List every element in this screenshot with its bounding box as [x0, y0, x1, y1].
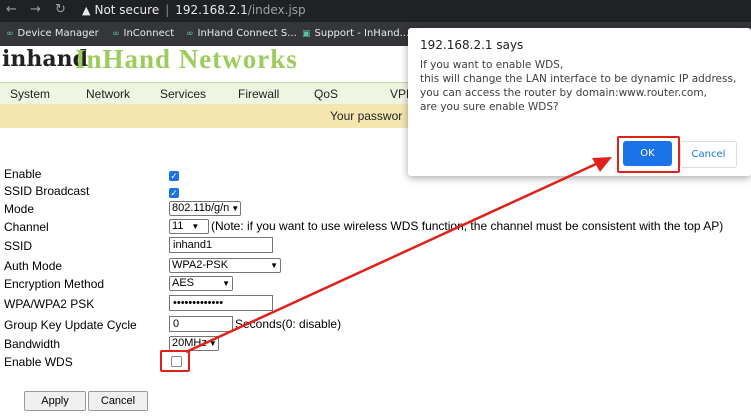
forward-arrow-icon[interactable]: →: [30, 2, 41, 17]
mode-label: Mode: [4, 202, 35, 216]
chevron-down-icon: ▼: [222, 279, 230, 288]
psk-input[interactable]: •••••••••••••: [169, 295, 273, 311]
warning-icon: ▲: [82, 4, 91, 17]
encryption-select[interactable]: AES ▼: [169, 276, 233, 291]
ssid-label: SSID: [4, 239, 33, 253]
support-site-icon: ▣: [302, 29, 311, 39]
auth-mode-label: Auth Mode: [4, 259, 63, 273]
chevron-down-icon: ▼: [231, 204, 240, 213]
back-arrow-icon[interactable]: ←: [6, 2, 17, 17]
row-bandwidth: Bandwidth 20MHz ▼: [4, 336, 744, 352]
encryption-label: Encryption Method: [4, 277, 105, 291]
url-path: /index.jsp: [247, 3, 306, 17]
confirm-dialog: 192.168.2.1 says If you want to enable W…: [408, 28, 751, 176]
enable-wds-label: Enable WDS: [4, 355, 73, 369]
inhand-logo-icon: ∞: [112, 29, 120, 39]
menu-qos[interactable]: QoS: [314, 87, 338, 101]
group-key-input[interactable]: 0: [169, 316, 233, 332]
row-enable-wds: Enable WDS: [4, 354, 744, 370]
chevron-down-icon: ▼: [191, 222, 200, 231]
bookmark-support[interactable]: ▣ Support - InHand...: [302, 28, 409, 39]
bookmark-inhand-connect[interactable]: ∞ InHand Connect S...: [186, 28, 297, 39]
row-psk: WPA/WPA2 PSK •••••••••••••: [4, 295, 744, 312]
inhand-logo-icon: ∞: [186, 29, 194, 39]
menu-system[interactable]: System: [10, 87, 50, 101]
browser-address-bar: ← → ↻ ▲ Not secure | 192.168.2.1/index.jsp: [0, 0, 751, 22]
auth-mode-select[interactable]: WPA2-PSK ▼: [169, 258, 281, 273]
reload-icon[interactable]: ↻: [55, 2, 66, 17]
row-channel: Channel 11 ▼ (Note: if you want to use wir…: [4, 219, 744, 235]
row-ssid-broadcast: SSID Broadcast ✓: [4, 183, 744, 199]
menu-network[interactable]: Network: [86, 87, 130, 101]
brand-title: InHand Networks: [75, 44, 298, 74]
chevron-down-icon: ▼: [270, 261, 278, 270]
bandwidth-label: Bandwidth: [4, 337, 61, 351]
menu-services[interactable]: Services: [160, 87, 206, 101]
channel-label: Channel: [4, 220, 49, 234]
row-ssid: SSID inhand1: [4, 237, 744, 254]
channel-note: (Note: if you want to use wireless WDS f…: [211, 219, 724, 233]
dialog-title: 192.168.2.1 says: [420, 38, 524, 52]
bookmark-device-manager[interactable]: ∞ Device Manager: [6, 28, 99, 39]
enable-checkbox[interactable]: ✓: [169, 171, 179, 181]
dialog-cancel-button[interactable]: Cancel: [680, 141, 737, 168]
bandwidth-select[interactable]: 20MHz ▼: [169, 336, 219, 351]
group-key-suffix: Seconds(0: disable): [235, 317, 342, 331]
ssid-broadcast-checkbox[interactable]: ✓: [169, 188, 179, 198]
row-group-key: Group Key Update Cycle 0 Seconds(0: disab…: [4, 316, 744, 333]
bookmark-inconnect[interactable]: ∞ InConnect: [112, 28, 174, 39]
psk-label: WPA/WPA2 PSK: [4, 297, 95, 311]
mode-select[interactable]: 802.11b/g/n ▼: [169, 201, 241, 216]
channel-select[interactable]: 11 ▼: [169, 219, 209, 234]
wds-checkbox-highlight: [160, 350, 190, 372]
apply-button[interactable]: Apply: [24, 391, 86, 411]
ssid-broadcast-label: SSID Broadcast: [4, 184, 90, 198]
enable-label: Enable: [4, 167, 42, 181]
row-auth-mode: Auth Mode WPA2-PSK ▼: [4, 258, 744, 274]
menu-firewall[interactable]: Firewall: [238, 87, 279, 101]
row-encryption: Encryption Method AES ▼: [4, 276, 744, 292]
ssid-input[interactable]: inhand1: [169, 237, 273, 253]
inhand-logo-icon: ∞: [6, 29, 14, 39]
security-label: Not secure: [94, 3, 160, 17]
group-key-label: Group Key Update Cycle: [4, 318, 137, 332]
row-mode: Mode 802.11b/g/n ▼: [4, 201, 744, 217]
ok-button-highlight: [617, 136, 680, 173]
dialog-message: If you want to enable WDS, this will cha…: [420, 59, 737, 113]
url-host: 192.168.2.1: [175, 3, 248, 17]
url-field[interactable]: ▲ Not secure | 192.168.2.1/index.jsp: [82, 3, 306, 17]
chevron-down-icon: ▼: [208, 339, 217, 348]
form-buttons: Apply Cancel: [4, 391, 744, 411]
cancel-button[interactable]: Cancel: [88, 391, 148, 411]
password-notice: Your passwor: [330, 109, 403, 123]
